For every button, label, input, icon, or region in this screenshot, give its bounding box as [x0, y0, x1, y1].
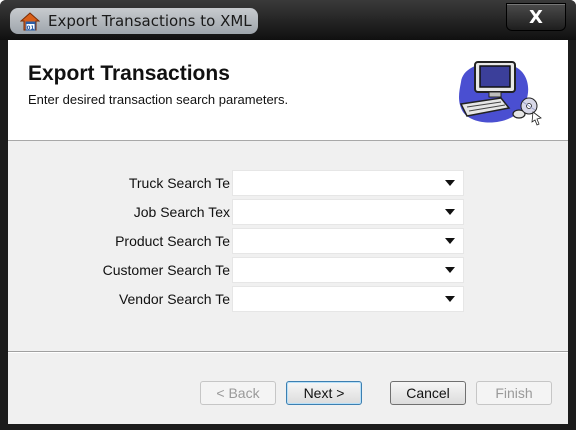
job-search-value [237, 200, 433, 224]
job-search-combobox[interactable] [232, 199, 464, 225]
chevron-down-icon[interactable] [445, 267, 455, 273]
job-search-label: Job Search Tex [133, 204, 230, 220]
wizard-header: Export Transactions Enter desired transa… [8, 40, 568, 141]
chevron-down-icon[interactable] [445, 209, 455, 215]
chevron-down-icon[interactable] [445, 296, 455, 302]
customer-search-row: Customer Search Te [8, 257, 568, 283]
product-search-row: Product Search Te [8, 228, 568, 254]
vendor-search-row: Vendor Search Te [8, 286, 568, 312]
page-subtitle: Enter desired transaction search paramet… [28, 92, 289, 107]
vendor-search-label: Vendor Search Te [118, 291, 230, 307]
next-button[interactable]: Next > [286, 381, 362, 405]
job-search-row: Job Search Tex [8, 199, 568, 225]
truck-search-combobox[interactable] [232, 170, 464, 196]
truck-search-label: Truck Search Te [128, 175, 230, 191]
finish-button[interactable]: Finish [476, 381, 552, 405]
product-search-combobox[interactable] [232, 228, 464, 254]
customer-search-label: Customer Search Te [102, 262, 230, 278]
title-bar[interactable]: 01 Export Transactions to XML X [0, 0, 576, 40]
button-separator [8, 351, 568, 353]
customer-search-value [237, 258, 433, 282]
chevron-down-icon[interactable] [445, 238, 455, 244]
customer-search-combobox[interactable] [232, 257, 464, 283]
truck-search-row: Truck Search Te [8, 170, 568, 196]
back-button[interactable]: < Back [200, 381, 276, 405]
svg-text:01: 01 [27, 25, 35, 31]
cancel-button[interactable]: Cancel [390, 381, 466, 405]
page-title: Export Transactions [28, 62, 230, 85]
product-search-label: Product Search Te [115, 233, 230, 249]
product-search-value [237, 229, 433, 253]
vendor-search-combobox[interactable] [232, 286, 464, 312]
truck-search-value [237, 171, 433, 195]
close-button[interactable]: X [506, 3, 566, 31]
computer-clipart-icon [459, 61, 542, 126]
export-wizard-window: 01 Export Transactions to XML X Export T… [0, 0, 576, 430]
home-calendar-icon: 01 [20, 12, 40, 31]
vendor-search-value [237, 287, 433, 311]
window-title: Export Transactions to XML [48, 12, 252, 30]
wizard-client-area: Export Transactions Enter desired transa… [8, 40, 568, 424]
chevron-down-icon[interactable] [445, 180, 455, 186]
